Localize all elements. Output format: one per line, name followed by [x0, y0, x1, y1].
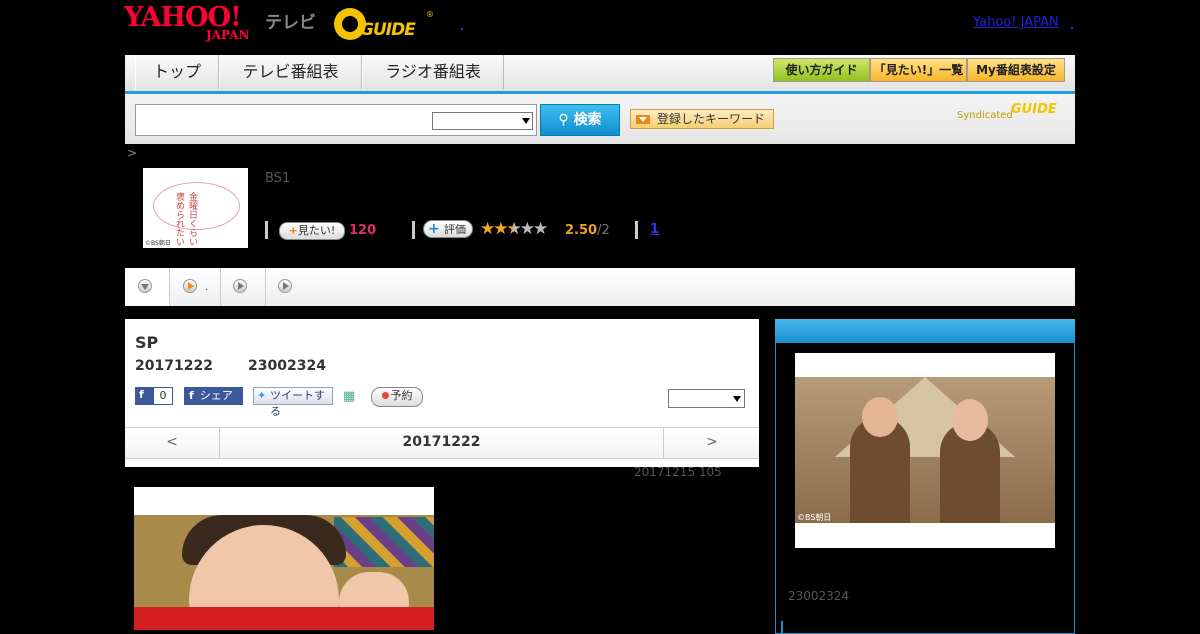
- photo-quilt: [334, 517, 434, 567]
- header-dot: [461, 28, 463, 30]
- usage-guide-button[interactable]: 使い方ガイド: [773, 58, 870, 82]
- episode-title: SP: [135, 333, 159, 352]
- tv-label: テレビ: [265, 13, 316, 33]
- sidebar-photo-copyright: ©BS朝日: [797, 513, 832, 522]
- facebook-like-count: 0: [153, 387, 173, 405]
- divider: [635, 221, 638, 239]
- search-bar: ⚲ 検索 登録したキーワード Syndicated GUIDE: [125, 94, 1075, 144]
- thumbnail-title: 金曜日くらい褒められたい: [174, 192, 197, 246]
- mitai-count: 120: [349, 223, 377, 238]
- program-thumbnail: 金曜日くらい褒められたい ©BS朝日: [143, 168, 248, 248]
- divider: [265, 221, 268, 239]
- gguide-logo-text: GUIDE: [360, 20, 416, 40]
- registered-mark: ®: [426, 10, 434, 19]
- plus-icon: +: [288, 224, 298, 237]
- prev-date-button[interactable]: <: [125, 428, 220, 458]
- episode-panel: SP 20171222 23002324 f 0 f シェア ✦ ツイートする ▦…: [125, 319, 759, 467]
- date-navigator: < 20171222 >: [125, 427, 759, 459]
- photo-shirt: [134, 607, 434, 630]
- sidebar-box: ©BS朝日 23002324: [775, 343, 1075, 634]
- tab-episodes-label: .: [205, 280, 209, 293]
- search-button-label: 検索: [573, 112, 602, 128]
- tab-related[interactable]: [266, 268, 310, 306]
- sidebar-marker: [781, 621, 783, 633]
- dropdown-arrow-icon: [636, 115, 650, 124]
- search-genre-select[interactable]: [432, 112, 533, 130]
- recorder-select[interactable]: [668, 389, 745, 408]
- next-date-button[interactable]: >: [663, 428, 760, 458]
- mitai-label: 見たい!: [297, 224, 336, 237]
- search-button[interactable]: ⚲ 検索: [540, 104, 620, 136]
- episode-photo: [134, 487, 434, 630]
- tab-episodes[interactable]: .: [170, 268, 221, 306]
- registered-keywords-button[interactable]: 登録したキーワード: [630, 109, 774, 129]
- episode-date: 20171222: [135, 358, 213, 374]
- yahoo-japan-link[interactable]: Yahoo! JAPAN: [973, 15, 1059, 30]
- episode-time: 23002324: [248, 358, 326, 374]
- gguide-logo[interactable]: GUIDE ®: [334, 8, 434, 42]
- mitai-list-button[interactable]: 「見たい!」一覧: [870, 58, 967, 82]
- sidebar-time: 23002324: [788, 589, 850, 603]
- current-date: 20171222: [402, 434, 481, 450]
- tweet-button[interactable]: ✦ ツイートする: [253, 387, 333, 418]
- facebook-share-label: シェア: [199, 389, 233, 402]
- play-icon: [233, 279, 247, 293]
- thumbnail-copyright: ©BS朝日: [145, 240, 171, 247]
- section-tabs: .: [125, 268, 1075, 306]
- tab-reviews[interactable]: [221, 268, 266, 306]
- channel-name: BS1: [265, 171, 291, 186]
- photo-scene: [795, 377, 1055, 523]
- calendar-add-icon[interactable]: ▦: [343, 389, 358, 404]
- search-icon: ⚲: [558, 112, 574, 128]
- nav-tab-top[interactable]: トップ: [135, 55, 219, 89]
- divider: [412, 221, 415, 239]
- nav-tab-tv-guide[interactable]: テレビ番組表: [219, 55, 362, 89]
- empty-star-icon: ★★: [519, 219, 549, 239]
- facebook-share-button[interactable]: f シェア: [184, 387, 243, 405]
- half-star-icon: ★: [506, 219, 521, 239]
- play-icon: [183, 279, 197, 293]
- rating-count: /2: [597, 223, 610, 238]
- chevron-down-icon: [733, 396, 741, 402]
- mitai-button[interactable]: +見たい!: [279, 222, 345, 240]
- syndicated-label: Syndicated: [957, 110, 1013, 121]
- tab-program-info[interactable]: [125, 268, 170, 306]
- photo-person-right-head: [952, 399, 988, 441]
- reserve-recording-button[interactable]: 予約: [371, 387, 423, 407]
- rate-button[interactable]: + 評価: [423, 220, 473, 238]
- chevron-down-icon: [138, 279, 152, 293]
- reserve-label: 予約: [390, 389, 413, 402]
- global-nav: トップ テレビ番組表 ラジオ番組表 使い方ガイド 「見たい!」一覧 My番組表設…: [125, 55, 1075, 94]
- record-dot-icon: [381, 392, 389, 399]
- star-icon: ★★: [480, 219, 509, 239]
- rate-label: 評価: [444, 223, 466, 236]
- chevron-down-icon: [522, 118, 530, 124]
- reviews-link[interactable]: 1: [650, 222, 659, 237]
- sidebar-header: [775, 319, 1075, 343]
- yahoo-japan-logo[interactable]: YAHOO! JAPAN: [124, 4, 264, 43]
- syndicated-gguide-logo: GUIDE: [1011, 102, 1057, 117]
- nav-tab-radio-guide[interactable]: ラジオ番組表: [362, 55, 504, 89]
- rating-stars: ★★★★★: [480, 219, 549, 239]
- header-dot-right: [1071, 27, 1073, 29]
- previous-broadcast-note: 20171215 105: [634, 465, 722, 479]
- yahoo-logo-sub: JAPAN: [206, 28, 250, 42]
- rating-score: 2.50: [565, 223, 598, 238]
- facebook-icon: f: [189, 389, 194, 402]
- tweet-label: ツイートする: [270, 389, 325, 418]
- sidebar-photo[interactable]: ©BS朝日: [795, 353, 1055, 548]
- twitter-bird-icon: ✦: [257, 389, 267, 402]
- breadcrumb[interactable]: >: [127, 146, 137, 160]
- rating-value: 2.50/2: [565, 223, 610, 238]
- plus-icon: +: [428, 221, 440, 237]
- my-guide-settings-button[interactable]: My番組表設定: [967, 58, 1065, 82]
- photo-person-left-head: [862, 397, 898, 437]
- play-icon: [278, 279, 292, 293]
- registered-keywords-label: 登録したキーワード: [657, 112, 766, 126]
- facebook-like-button[interactable]: f 0: [135, 387, 173, 405]
- facebook-icon: f: [139, 388, 144, 401]
